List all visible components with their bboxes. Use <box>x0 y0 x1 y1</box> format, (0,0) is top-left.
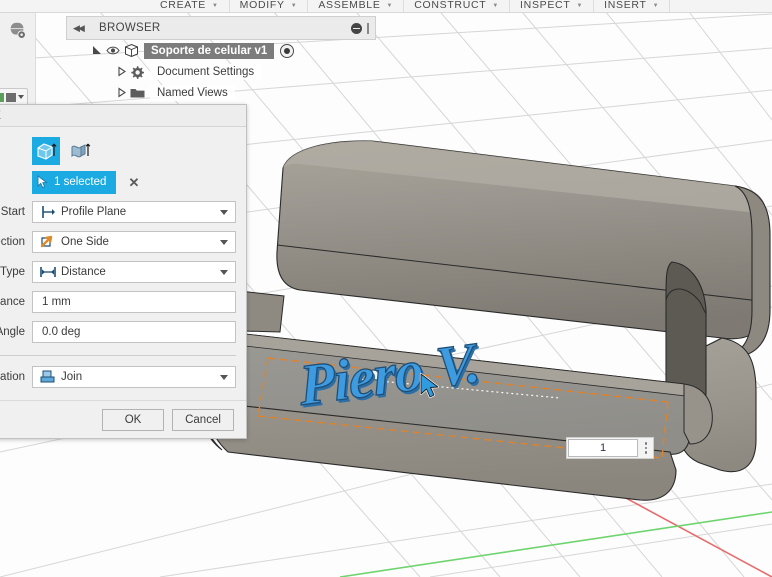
field-label-start: Start <box>0 206 25 218</box>
menu-modify-label: MODIFY <box>239 0 285 11</box>
field-taper-angle-value: 0.0 deg <box>42 326 81 338</box>
field-operation-dropdown[interactable]: Join <box>32 366 236 388</box>
chevron-down-icon[interactable] <box>220 239 228 245</box>
extrude-dialog-title: EXTRUDE <box>0 105 246 127</box>
profile-selected-chip[interactable]: 1 selected <box>32 170 117 194</box>
chevron-down-icon: ▼ <box>386 2 394 9</box>
dimension-value-input[interactable]: 1 <box>568 439 638 457</box>
triangle-collapsed-icon[interactable] <box>116 66 130 77</box>
chevron-down-icon: ▼ <box>290 2 298 9</box>
browser-title: BROWSER <box>99 22 161 34</box>
component-cube-icon <box>124 43 144 58</box>
collapse-left-arrows-icon[interactable]: ◀◀ <box>73 23 87 34</box>
menu-construct[interactable]: CONSTRUCT ▼ <box>404 0 511 12</box>
distance-arrows-icon <box>37 265 59 279</box>
tree-item-soporte-de-celular[interactable]: Soporte de celular v1 <box>82 40 376 61</box>
menu-inspect[interactable]: INSPECT ▼ <box>510 0 595 12</box>
toolbar-menu-list: CREATE ▼ MODIFY ▼ ASSEMBLE ▼ CONSTRUCT ▼… <box>150 0 671 12</box>
field-label-taper-angle: Taper Angle <box>0 326 25 338</box>
menu-construct-label: CONSTRUCT <box>414 0 487 11</box>
triangle-collapsed-icon[interactable] <box>116 87 130 98</box>
tree-item-label: Document Settings <box>150 63 262 80</box>
field-row-direction: Direction One Side <box>0 227 246 257</box>
tree-item-named-views[interactable]: Named Views <box>106 82 376 103</box>
dimension-input-group[interactable]: 1 <box>566 437 654 459</box>
radio-active-icon[interactable] <box>280 43 295 58</box>
field-extent-type-value: Distance <box>61 266 106 278</box>
field-row-distance: Distance 1 mm <box>0 287 246 317</box>
field-row-extent-type: Extent Type Distance <box>0 257 246 287</box>
triangle-expanded-icon[interactable] <box>92 45 106 56</box>
view-globe-icon[interactable] <box>7 20 29 42</box>
fusion360-window: Piero V. 1 CREATE ▼ MODIFY ▼ ASSEMBLE ▼ … <box>0 0 772 577</box>
eye-icon[interactable] <box>106 45 124 56</box>
swatch-grey <box>6 92 16 102</box>
field-label-direction: Direction <box>0 236 25 248</box>
menu-inspect-label: INSPECT <box>520 0 571 11</box>
circle-minus-icon[interactable] <box>351 22 362 34</box>
drag-dots-icon[interactable] <box>639 438 653 458</box>
main-toolbar: CREATE ▼ MODIFY ▼ ASSEMBLE ▼ CONSTRUCT ▼… <box>0 0 772 13</box>
field-row-start: Start Profile Plane <box>0 197 246 227</box>
one-side-arrow-icon <box>37 235 59 249</box>
phone-stand-model <box>191 140 771 501</box>
browser-header-icons <box>351 22 369 34</box>
field-row-operation: Operation Join <box>0 362 246 392</box>
profile-plane-icon <box>37 205 59 219</box>
menu-assemble[interactable]: ASSEMBLE ▼ <box>308 0 405 12</box>
chevron-down-icon[interactable] <box>220 209 228 215</box>
swatch-green <box>0 92 4 102</box>
tree-item-document-settings[interactable]: Document Settings <box>106 61 376 82</box>
tree-item-label: Named Views <box>150 84 235 101</box>
field-label-distance: Distance <box>0 296 25 308</box>
chevron-down-icon[interactable] <box>18 95 24 99</box>
field-operation-value: Join <box>61 371 83 383</box>
tree-item-label: Soporte de celular v1 <box>144 42 275 59</box>
field-start-dropdown[interactable]: Profile Plane <box>32 201 236 223</box>
field-direction-dropdown[interactable]: One Side <box>32 231 236 253</box>
dialog-footer: OK Cancel <box>0 400 246 438</box>
extrude-profile-icon[interactable] <box>32 137 60 165</box>
menu-assemble-label: ASSEMBLE <box>318 0 381 11</box>
chevron-down-icon[interactable] <box>220 374 228 380</box>
field-extent-type-dropdown[interactable]: Distance <box>32 261 236 283</box>
chevron-down-icon: ▼ <box>212 2 219 9</box>
mouse-pointer-icon <box>419 372 440 399</box>
cancel-button[interactable]: Cancel <box>172 408 234 431</box>
menu-create[interactable]: CREATE ▼ <box>150 0 230 12</box>
profile-selected-label: 1 selected <box>54 176 107 188</box>
extrude-type-toggle-group <box>0 135 246 167</box>
extrude-surface-icon[interactable] <box>66 137 94 165</box>
field-start-value: Profile Plane <box>61 206 127 218</box>
gear-icon <box>130 65 150 79</box>
ok-button[interactable]: OK <box>102 408 164 431</box>
dialog-separator <box>0 355 236 356</box>
chevron-down-icon: ▼ <box>492 2 500 9</box>
field-direction-value: One Side <box>61 236 109 248</box>
field-distance-input[interactable]: 1 mm <box>32 291 236 313</box>
extrude-dialog: EXTRUDE <box>0 104 247 439</box>
extrude-dialog-body: 1 selected ✕ Start Profile Plane ction O… <box>0 127 246 438</box>
folder-icon <box>130 87 150 99</box>
field-row-taper-angle: Taper Angle 0.0 deg <box>0 317 246 347</box>
close-x-icon[interactable]: ✕ <box>128 176 139 189</box>
chevron-down-icon[interactable] <box>220 269 228 275</box>
field-taper-angle-input[interactable]: 0.0 deg <box>32 321 236 343</box>
selection-cursor-icon <box>37 175 49 189</box>
field-label-operation: Operation <box>0 371 25 383</box>
y-axis-line <box>339 511 772 577</box>
panel-grip-icon[interactable] <box>367 22 369 34</box>
browser-panel: ◀◀ BROWSER Soporte de celular v1 Documen… <box>66 16 376 103</box>
profile-selection-row: 1 selected ✕ <box>0 167 246 197</box>
browser-header: ◀◀ BROWSER <box>66 16 376 40</box>
chevron-down-icon: ▼ <box>652 2 660 9</box>
chevron-down-icon: ▼ <box>576 2 584 9</box>
join-operation-icon <box>37 369 59 385</box>
field-label-extent-type: Extent Type <box>0 266 25 278</box>
field-distance-value: 1 mm <box>42 296 71 308</box>
menu-modify[interactable]: MODIFY ▼ <box>230 0 309 12</box>
menu-insert[interactable]: INSERT ▼ <box>594 0 671 12</box>
menu-insert-label: INSERT <box>604 0 647 11</box>
menu-create-label: CREATE <box>160 0 207 11</box>
